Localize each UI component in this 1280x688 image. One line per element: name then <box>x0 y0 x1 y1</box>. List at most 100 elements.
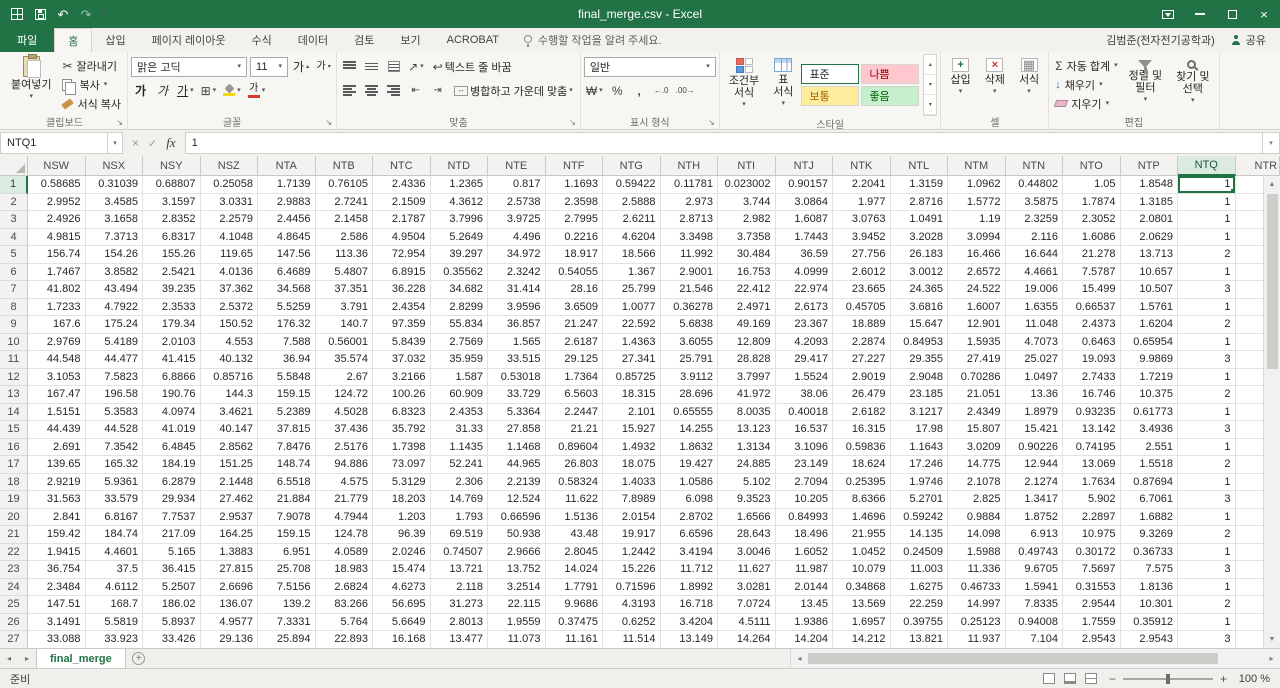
cell-NSZ18[interactable]: 2.1448 <box>200 473 258 491</box>
cell-NSX18[interactable]: 5.9361 <box>85 473 143 491</box>
cell-NTB17[interactable]: 94.886 <box>315 456 373 474</box>
cell-NTO21[interactable]: 10.975 <box>1063 526 1121 544</box>
cell-NTB3[interactable]: 2.1458 <box>315 211 373 229</box>
cell-NTE11[interactable]: 33.515 <box>488 351 546 369</box>
vertical-scroll-thumb[interactable] <box>1266 194 1278 369</box>
cell-NTG3[interactable]: 2.6211 <box>603 211 661 229</box>
cell-NTQ4[interactable]: 1 <box>1178 228 1236 246</box>
row-header-14[interactable]: 14 <box>0 403 28 421</box>
cell-NTM25[interactable]: 14.997 <box>948 596 1006 614</box>
cell-NSX11[interactable]: 44.477 <box>85 351 143 369</box>
minimize-button[interactable] <box>1184 0 1216 28</box>
cell-NSY12[interactable]: 6.8866 <box>143 368 201 386</box>
column-header-NTD[interactable]: NTD <box>430 156 488 176</box>
cell-NSW20[interactable]: 2.841 <box>28 508 86 526</box>
cell-NTE4[interactable]: 4.496 <box>488 228 546 246</box>
cell-NSW3[interactable]: 2.4926 <box>28 211 86 229</box>
cell-NTQ26[interactable]: 1 <box>1178 613 1236 631</box>
cell-NTQ8[interactable]: 1 <box>1178 298 1236 316</box>
cell-NSX14[interactable]: 5.3583 <box>85 403 143 421</box>
cell-NTK3[interactable]: 3.0763 <box>833 211 891 229</box>
cell-NTD27[interactable]: 13.477 <box>430 631 488 648</box>
cell-NSY17[interactable]: 184.19 <box>143 456 201 474</box>
cell-NTM18[interactable]: 2.1078 <box>948 473 1006 491</box>
cell-NTC8[interactable]: 2.4354 <box>373 298 431 316</box>
align-middle-button[interactable] <box>362 57 381 77</box>
cell-NSY11[interactable]: 41.415 <box>143 351 201 369</box>
cell-NTC18[interactable]: 5.3129 <box>373 473 431 491</box>
cell-NTJ23[interactable]: 11.987 <box>775 561 833 579</box>
cell-NTB14[interactable]: 4.5028 <box>315 403 373 421</box>
cell-NTN14[interactable]: 1.8979 <box>1005 403 1063 421</box>
cell-NTC23[interactable]: 15.474 <box>373 561 431 579</box>
cell-NTP13[interactable]: 10.375 <box>1120 386 1178 404</box>
cell-NSZ11[interactable]: 40.132 <box>200 351 258 369</box>
cell-NTF2[interactable]: 2.3598 <box>545 193 603 211</box>
borders-button[interactable]: ⊞ ▾ <box>199 81 219 101</box>
close-button[interactable]: × <box>1248 0 1280 28</box>
cell-NSX24[interactable]: 4.6112 <box>85 578 143 596</box>
tab-view[interactable]: 보기 <box>387 28 433 52</box>
cell-NSW12[interactable]: 3.1053 <box>28 368 86 386</box>
column-header-NTJ[interactable]: NTJ <box>775 156 833 176</box>
cell-NSY15[interactable]: 41.019 <box>143 421 201 439</box>
cell-NTP21[interactable]: 9.3269 <box>1120 526 1178 544</box>
cell-NSX7[interactable]: 43.494 <box>85 281 143 299</box>
cell-NTK15[interactable]: 16.315 <box>833 421 891 439</box>
cell-NTF25[interactable]: 9.9686 <box>545 596 603 614</box>
row-header-7[interactable]: 7 <box>0 281 28 299</box>
cell-NTL10[interactable]: 0.84953 <box>890 333 948 351</box>
cell-NSY20[interactable]: 7.7537 <box>143 508 201 526</box>
cell-NTI23[interactable]: 11.627 <box>718 561 776 579</box>
cell-NTC4[interactable]: 4.9504 <box>373 228 431 246</box>
delete-cells-button[interactable]: × 삭제 ▾ <box>979 54 1011 114</box>
cell-NTB19[interactable]: 21.779 <box>315 491 373 509</box>
cell-NTA19[interactable]: 21.884 <box>258 491 316 509</box>
vertical-scrollbar[interactable]: ▲ ▼ <box>1263 176 1280 648</box>
cell-NTN18[interactable]: 2.1274 <box>1005 473 1063 491</box>
cell-NSZ22[interactable]: 1.3883 <box>200 543 258 561</box>
cell-NTB24[interactable]: 2.6824 <box>315 578 373 596</box>
row-header-6[interactable]: 6 <box>0 263 28 281</box>
cell-NSZ3[interactable]: 2.2579 <box>200 211 258 229</box>
cell-NTP22[interactable]: 0.36733 <box>1120 543 1178 561</box>
cell-NTD17[interactable]: 52.241 <box>430 456 488 474</box>
cell-NSY13[interactable]: 190.76 <box>143 386 201 404</box>
cell-NSW2[interactable]: 2.9952 <box>28 193 86 211</box>
cell-NTA1[interactable]: 1.7139 <box>258 176 316 194</box>
cell-NSW27[interactable]: 33.088 <box>28 631 86 648</box>
cell-NTG22[interactable]: 1.2442 <box>603 543 661 561</box>
row-header-23[interactable]: 23 <box>0 561 28 579</box>
ribbon-display-options-button[interactable] <box>1152 0 1184 28</box>
font-size-select[interactable]: 11 ▾ <box>250 56 289 77</box>
cell-NTC1[interactable]: 2.4336 <box>373 176 431 194</box>
cell-NTP15[interactable]: 3.4936 <box>1120 421 1178 439</box>
cell-NTB10[interactable]: 0.56001 <box>315 333 373 351</box>
cell-NTA15[interactable]: 37.815 <box>258 421 316 439</box>
cell-NTB6[interactable]: 5.4807 <box>315 263 373 281</box>
row-header-9[interactable]: 9 <box>0 316 28 334</box>
cell-NTC13[interactable]: 100.26 <box>373 386 431 404</box>
cell-style-normal[interactable]: 표준 <box>801 64 860 84</box>
column-header-NTB[interactable]: NTB <box>315 156 373 176</box>
cell-NTD4[interactable]: 5.2649 <box>430 228 488 246</box>
cell-NTI15[interactable]: 13.123 <box>718 421 776 439</box>
cell-NTN16[interactable]: 0.90226 <box>1005 438 1063 456</box>
cell-NTK4[interactable]: 3.9452 <box>833 228 891 246</box>
cell-NSX20[interactable]: 6.8167 <box>85 508 143 526</box>
cell-NTH11[interactable]: 25.791 <box>660 351 718 369</box>
cell-NTH13[interactable]: 28.696 <box>660 386 718 404</box>
cell-NTN21[interactable]: 6.913 <box>1005 526 1063 544</box>
cell-NTM6[interactable]: 2.6572 <box>948 263 1006 281</box>
cell-NTH9[interactable]: 5.6838 <box>660 316 718 334</box>
cell-NTF9[interactable]: 21.247 <box>545 316 603 334</box>
cell-NTN19[interactable]: 1.3417 <box>1005 491 1063 509</box>
cell-NTE24[interactable]: 3.2514 <box>488 578 546 596</box>
cell-NTP18[interactable]: 0.87694 <box>1120 473 1178 491</box>
cell-NTI12[interactable]: 3.7997 <box>718 368 776 386</box>
cell-NSZ7[interactable]: 37.362 <box>200 281 258 299</box>
zoom-slider[interactable] <box>1122 673 1213 684</box>
cell-NTP5[interactable]: 13.713 <box>1120 246 1178 264</box>
cell-NSW1[interactable]: 0.58685 <box>28 176 86 194</box>
sheet-nav-right-icon[interactable]: ▸ <box>18 649 36 668</box>
